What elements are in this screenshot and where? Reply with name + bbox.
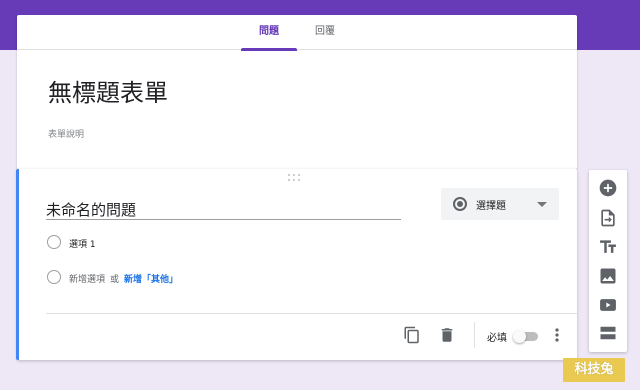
drag-handle-icon[interactable] (288, 174, 302, 182)
side-toolbar (589, 170, 627, 352)
active-card-indicator (16, 169, 19, 360)
add-option-button[interactable]: 新增選項 (69, 275, 105, 285)
tab-questions[interactable]: 問題 (241, 15, 297, 51)
import-questions-icon[interactable] (598, 208, 618, 228)
card-footer-divider (46, 313, 577, 314)
duplicate-icon[interactable] (403, 326, 421, 344)
video-icon[interactable] (598, 295, 618, 315)
question-type-label: 選擇題 (476, 201, 506, 212)
required-toggle[interactable] (513, 330, 539, 343)
title-text-icon[interactable] (598, 237, 618, 257)
or-label: 或 (110, 275, 120, 285)
form-header-card: 問題 回覆 無標題表單 表單說明 (17, 15, 577, 169)
question-card[interactable]: 未命名的問題 選擇題 選項 1 新增選項或新增「其他」 必填 (16, 169, 577, 360)
question-type-dropdown[interactable]: 選擇題 (441, 188, 559, 220)
more-options-icon[interactable] (552, 327, 562, 343)
delete-icon[interactable] (438, 326, 456, 344)
tab-responses[interactable]: 回覆 (297, 15, 353, 50)
add-question-icon[interactable] (598, 178, 618, 198)
form-title[interactable]: 無標題表單 (48, 73, 168, 108)
add-option-radio-icon (47, 270, 61, 284)
toggle-thumb (513, 330, 526, 343)
add-other-button[interactable]: 新增「其他」 (124, 275, 178, 285)
question-title-input[interactable]: 未命名的問題 (46, 199, 401, 220)
tab-bar: 問題 回覆 (17, 15, 577, 51)
footer-vertical-divider (474, 322, 475, 348)
chevron-down-icon (537, 202, 547, 207)
required-label: 必填 (487, 333, 507, 344)
watermark-logo: 科技兔 (563, 358, 625, 382)
add-option-row: 新增選項或新增「其他」 (69, 272, 178, 285)
image-icon[interactable] (598, 266, 618, 286)
section-icon[interactable] (598, 323, 618, 343)
radio-button-icon (453, 197, 467, 211)
option-radio-icon (47, 235, 61, 249)
option-1-input[interactable]: 選項 1 (69, 237, 96, 250)
form-description-field[interactable]: 表單說明 (48, 127, 84, 140)
